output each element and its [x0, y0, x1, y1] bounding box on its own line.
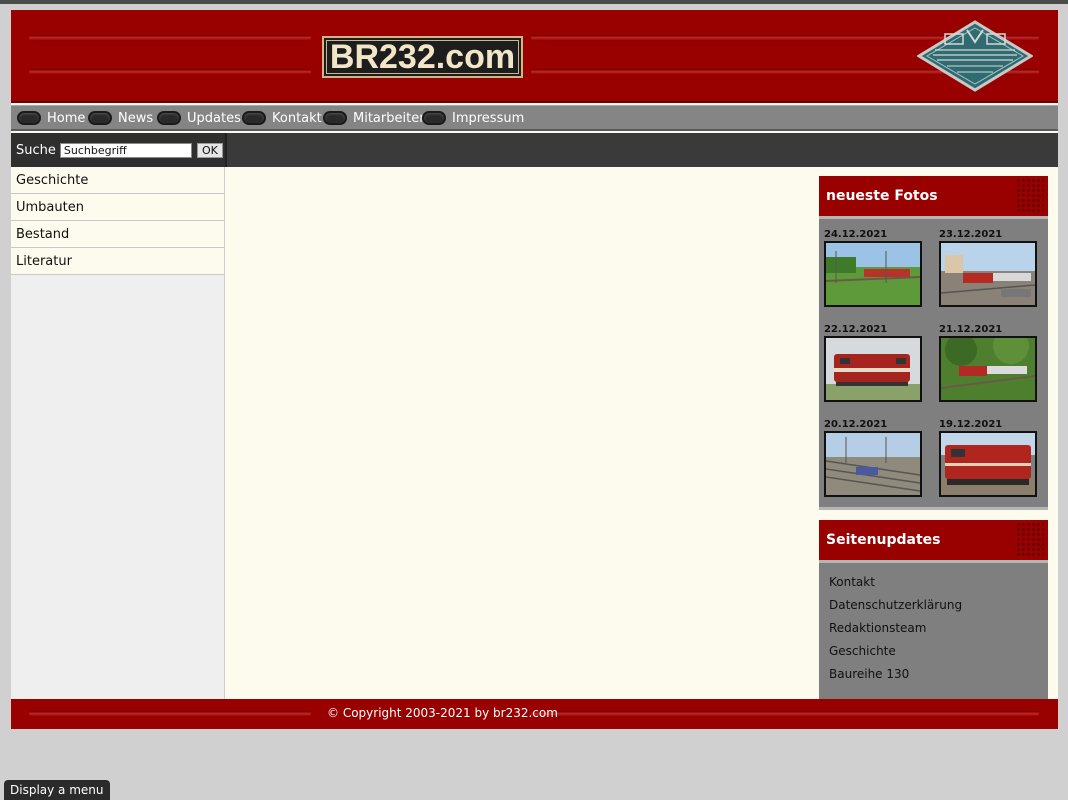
photo-date: 24.12.2021 — [824, 229, 888, 240]
nav-item-label: Kontakt — [272, 110, 322, 126]
search-input[interactable] — [59, 142, 192, 158]
search-label: Suche — [16, 142, 56, 158]
sidebar-item-umbauten[interactable]: Umbauten — [11, 194, 224, 221]
nav-item-label: Mitarbeiter — [353, 110, 425, 126]
display-menu-tooltip[interactable]: Display a menu — [4, 780, 110, 800]
nav-pill-icon — [323, 111, 347, 125]
nav-item-mitarbeiter[interactable]: Mitarbeiter — [323, 106, 425, 130]
update-link[interactable]: Baureihe 130 — [829, 667, 909, 681]
nav-item-updates[interactable]: Updates — [157, 106, 241, 130]
content-top-strip — [225, 133, 1058, 167]
photo-thumbnail[interactable] — [939, 336, 1037, 402]
updates-box-header: Seitenupdates — [819, 520, 1048, 560]
photos-box-header: neueste Fotos — [819, 176, 1048, 216]
dot-pattern-decoration — [1016, 522, 1044, 558]
nav-item-news[interactable]: News — [88, 106, 153, 130]
sidebar-item-geschichte[interactable]: Geschichte — [11, 167, 224, 194]
update-link[interactable]: Kontakt — [829, 575, 875, 589]
updates-box-body: Kontakt Datenschutzerklärung Redaktionst… — [819, 560, 1048, 699]
photo-date: 21.12.2021 — [939, 324, 1003, 335]
dot-pattern-decoration — [1016, 178, 1044, 214]
photo-thumbnail[interactable] — [939, 431, 1037, 497]
site-header: BR232.com — [11, 10, 1058, 103]
sidebar-item-bestand[interactable]: Bestand — [11, 221, 224, 248]
nav-item-label: Updates — [187, 110, 241, 126]
sidebar: Geschichte Umbauten Bestand Literatur — [11, 167, 225, 699]
nav-pill-icon — [88, 111, 112, 125]
nav-pill-icon — [17, 111, 41, 125]
footer-rail-decoration — [531, 711, 1039, 717]
photo-thumbnail[interactable] — [824, 431, 922, 497]
update-link[interactable]: Redaktionsteam — [829, 621, 926, 635]
nav-pill-icon — [242, 111, 266, 125]
footer-rail-decoration — [29, 711, 311, 717]
main-nav: Home News Updates Kontakt Mitarbeiter Im… — [11, 105, 1058, 131]
photo-tile: 20.12.2021 — [824, 419, 922, 497]
photo-tile: 23.12.2021 — [939, 229, 1037, 307]
photo-tile: 19.12.2021 — [939, 419, 1037, 497]
header-rail-decoration — [29, 69, 311, 75]
update-link[interactable]: Geschichte — [829, 644, 896, 658]
photo-tile: 22.12.2021 — [824, 324, 922, 402]
updates-box-title: Seitenupdates — [826, 532, 941, 548]
search-ok-button[interactable]: OK — [196, 142, 223, 158]
site-logo[interactable]: BR232.com — [322, 36, 523, 78]
window-top-edge — [0, 0, 1068, 4]
photo-date: 23.12.2021 — [939, 229, 1003, 240]
copyright-text: © Copyright 2003-2021 by br232.com — [327, 706, 558, 720]
photo-thumbnail[interactable] — [824, 336, 922, 402]
nav-item-label: News — [118, 110, 154, 126]
box-bottom-border — [819, 507, 1048, 510]
photo-thumbnail[interactable] — [939, 241, 1037, 307]
nav-pill-icon — [422, 111, 446, 125]
nav-item-label: Impressum — [452, 110, 525, 126]
photo-date: 19.12.2021 — [939, 419, 1003, 430]
sidebar-item-literatur[interactable]: Literatur — [11, 248, 224, 275]
photo-tile: 24.12.2021 — [824, 229, 922, 307]
photo-date: 22.12.2021 — [824, 324, 888, 335]
search-bar: Suche OK — [11, 133, 225, 167]
photo-thumbnail[interactable] — [824, 241, 922, 307]
nav-item-home[interactable]: Home — [17, 106, 85, 130]
page-container: BR232.com Home News Updates Kontakt Mita… — [11, 10, 1058, 729]
nav-pill-icon — [157, 111, 181, 125]
site-logo-text: BR232.com — [329, 37, 516, 76]
photo-date: 20.12.2021 — [824, 419, 888, 430]
photos-box-title: neueste Fotos — [826, 188, 938, 204]
header-rail-decoration — [29, 35, 311, 41]
nav-item-kontakt[interactable]: Kontakt — [242, 106, 322, 130]
photos-box-body: 24.12.2021 23.12.2021 22.12.2021 21.12.2… — [819, 216, 1048, 510]
locomotive-plate-icon — [917, 20, 1033, 92]
nav-item-label: Home — [47, 110, 86, 126]
site-footer: © Copyright 2003-2021 by br232.com — [11, 699, 1058, 729]
nav-item-impressum[interactable]: Impressum — [422, 106, 524, 130]
update-link[interactable]: Datenschutzerklärung — [829, 598, 962, 612]
photo-tile: 21.12.2021 — [939, 324, 1037, 402]
